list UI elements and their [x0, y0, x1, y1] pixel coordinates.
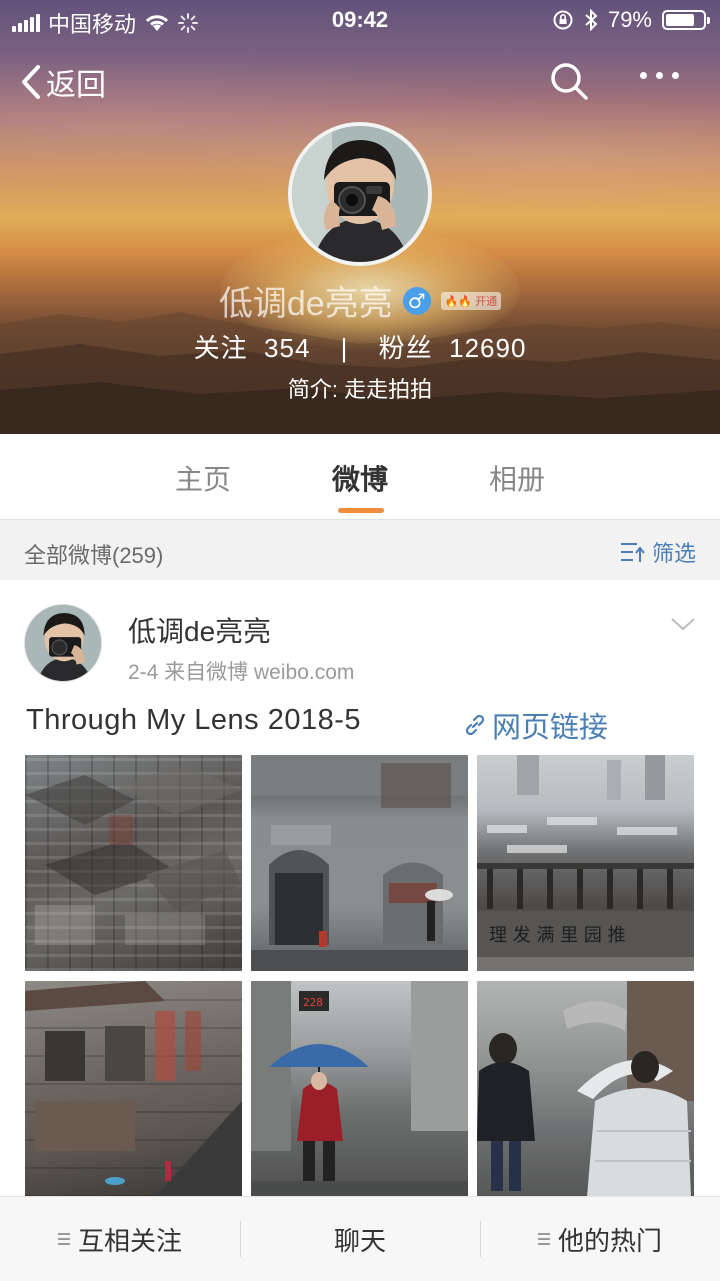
status-right: 79%	[552, 7, 710, 33]
link-icon	[465, 714, 485, 736]
profile-tabs: 主页 微博 相册	[0, 434, 720, 520]
profile-stats: 关注 354 | 粉丝 12690	[0, 328, 720, 365]
menu-icon	[537, 1233, 550, 1245]
chevron-left-icon	[22, 65, 40, 99]
alley-walkers-photo[interactable]	[477, 981, 694, 1197]
filter-button[interactable]: 筛选	[620, 536, 696, 568]
old-buildings-photo[interactable]	[25, 981, 242, 1197]
profile-header: 中国移动 09:42 79% 返回 低调de亮亮 ♂ 🔥🔥 开通 关注 354 …	[0, 0, 720, 434]
post-meta: 2-4 来自微博 weibo.com	[128, 661, 355, 684]
svg-text:理 发 满 里 园 推: 理 发 满 里 园 推	[489, 925, 626, 946]
member-badge[interactable]: 🔥🔥 开通	[440, 291, 502, 310]
profile-avatar[interactable]	[288, 122, 432, 266]
following-label: 关注	[193, 333, 248, 363]
camera-portrait-avatar	[292, 126, 428, 262]
filter-label: 筛选	[651, 541, 696, 566]
post-author-name[interactable]: 低调de亮亮	[128, 610, 271, 650]
photo-grid: 理 发 满 里 园 推 228	[25, 755, 695, 1197]
balcony-rooftops-photo[interactable]: 理 发 满 里 园 推	[477, 755, 694, 971]
bottom-action-bar: 互相关注 聊天 他的热门	[0, 1196, 720, 1281]
his-popular-label: 他的热门	[557, 1225, 662, 1256]
search-icon	[551, 63, 588, 100]
post-author-avatar[interactable]	[24, 604, 102, 682]
more-icon	[640, 72, 647, 79]
profile-bio: 简介: 走走拍拍	[287, 377, 433, 402]
his-popular-button[interactable]: 他的热门	[480, 1197, 720, 1281]
active-tab-indicator	[338, 508, 384, 513]
search-button[interactable]	[548, 60, 590, 107]
followers-label: 粉丝	[378, 333, 433, 363]
mutual-follow-label: 互相关注	[77, 1225, 182, 1256]
back-label: 返回	[46, 69, 106, 102]
status-bar: 中国移动 09:42 79%	[0, 0, 720, 40]
profile-name: 低调de亮亮	[218, 285, 393, 323]
chevron-down-icon	[671, 618, 695, 631]
post-text: Through My Lens 2018-5	[26, 704, 362, 736]
followers-count: 12690	[449, 333, 527, 363]
umbrella-rain-photo[interactable]: 228	[251, 981, 468, 1197]
filter-icon	[620, 543, 645, 562]
mutual-follow-button[interactable]: 互相关注	[0, 1197, 240, 1281]
followers-stat[interactable]: 粉丝 12690	[379, 333, 527, 363]
following-count: 354	[264, 333, 311, 363]
battery-icon	[662, 10, 710, 30]
web-link-label: 网页链接	[492, 712, 609, 744]
more-button[interactable]	[640, 72, 679, 79]
bluetooth-icon	[585, 9, 598, 31]
stats-separator: |	[340, 333, 349, 363]
post-options-button[interactable]	[670, 616, 696, 637]
battery-fill	[666, 14, 695, 26]
back-button[interactable]: 返回	[20, 60, 106, 104]
rotation-lock-icon	[553, 10, 573, 30]
tab-home[interactable]: 主页	[175, 458, 231, 498]
author-avatar-image	[25, 605, 101, 681]
menu-icon	[57, 1233, 70, 1245]
filter-bar: 全部微博(259) 筛选	[0, 520, 720, 580]
gray-building-photo[interactable]	[251, 755, 468, 971]
web-link[interactable]: 网页链接	[462, 704, 608, 746]
post-count-label: 全部微博(259)	[24, 543, 164, 568]
profile-name-row: 低调de亮亮 ♂ 🔥🔥 开通	[0, 276, 720, 325]
svg-text:228: 228	[303, 996, 323, 1009]
chat-button[interactable]: 聊天	[240, 1197, 480, 1281]
post-card[interactable]: 低调de亮亮 2-4 来自微博 weibo.com Through My Len…	[0, 580, 720, 1220]
following-stat[interactable]: 关注 354	[194, 333, 311, 363]
tab-weibo[interactable]: 微博	[332, 458, 388, 498]
rooftops-photo[interactable]	[25, 755, 242, 971]
chat-label: 聊天	[333, 1225, 386, 1256]
battery-percent: 79%	[607, 7, 652, 32]
tab-album[interactable]: 相册	[489, 458, 545, 498]
male-icon: ♂	[402, 286, 431, 315]
